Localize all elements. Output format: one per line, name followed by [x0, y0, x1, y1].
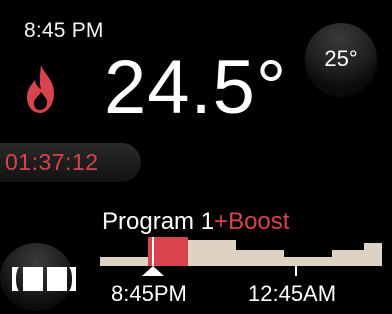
schedule-segment-6: [332, 250, 364, 266]
schedule-segment-3: [188, 240, 236, 266]
current-temperature: 24.5°: [104, 45, 288, 130]
flame-icon: [27, 65, 55, 113]
schedule-segment-5: [284, 257, 332, 266]
setpoint-label: 25°: [324, 46, 358, 71]
program-name: Program 1: [102, 208, 215, 235]
menu-button[interactable]: [0, 243, 76, 311]
boost-timer-label: 01:37:12: [5, 149, 99, 175]
timeline-label-start: 8:45PM: [111, 281, 187, 306]
timeline-label-end: 12:45AM: [248, 281, 337, 306]
timeline-markers: [142, 266, 297, 276]
schedule-segment-7: [364, 243, 382, 266]
current-time-marker: [142, 266, 164, 276]
schedule-segment-4: [236, 250, 284, 266]
thermostat-screen: 8:45 PM 25° 24.5° 01:37:12 Program 1+Boo…: [0, 0, 392, 314]
program-title: Program 1+Boost: [102, 210, 289, 234]
program-boost: +Boost: [214, 208, 290, 235]
schedule-segment-1: [100, 257, 148, 266]
menu-icon: [12, 267, 76, 291]
setpoint-button[interactable]: 25°: [305, 23, 377, 95]
schedule-timeline[interactable]: [100, 237, 382, 266]
clock: 8:45 PM: [24, 19, 104, 42]
boost-timer[interactable]: 01:37:12: [0, 143, 141, 182]
